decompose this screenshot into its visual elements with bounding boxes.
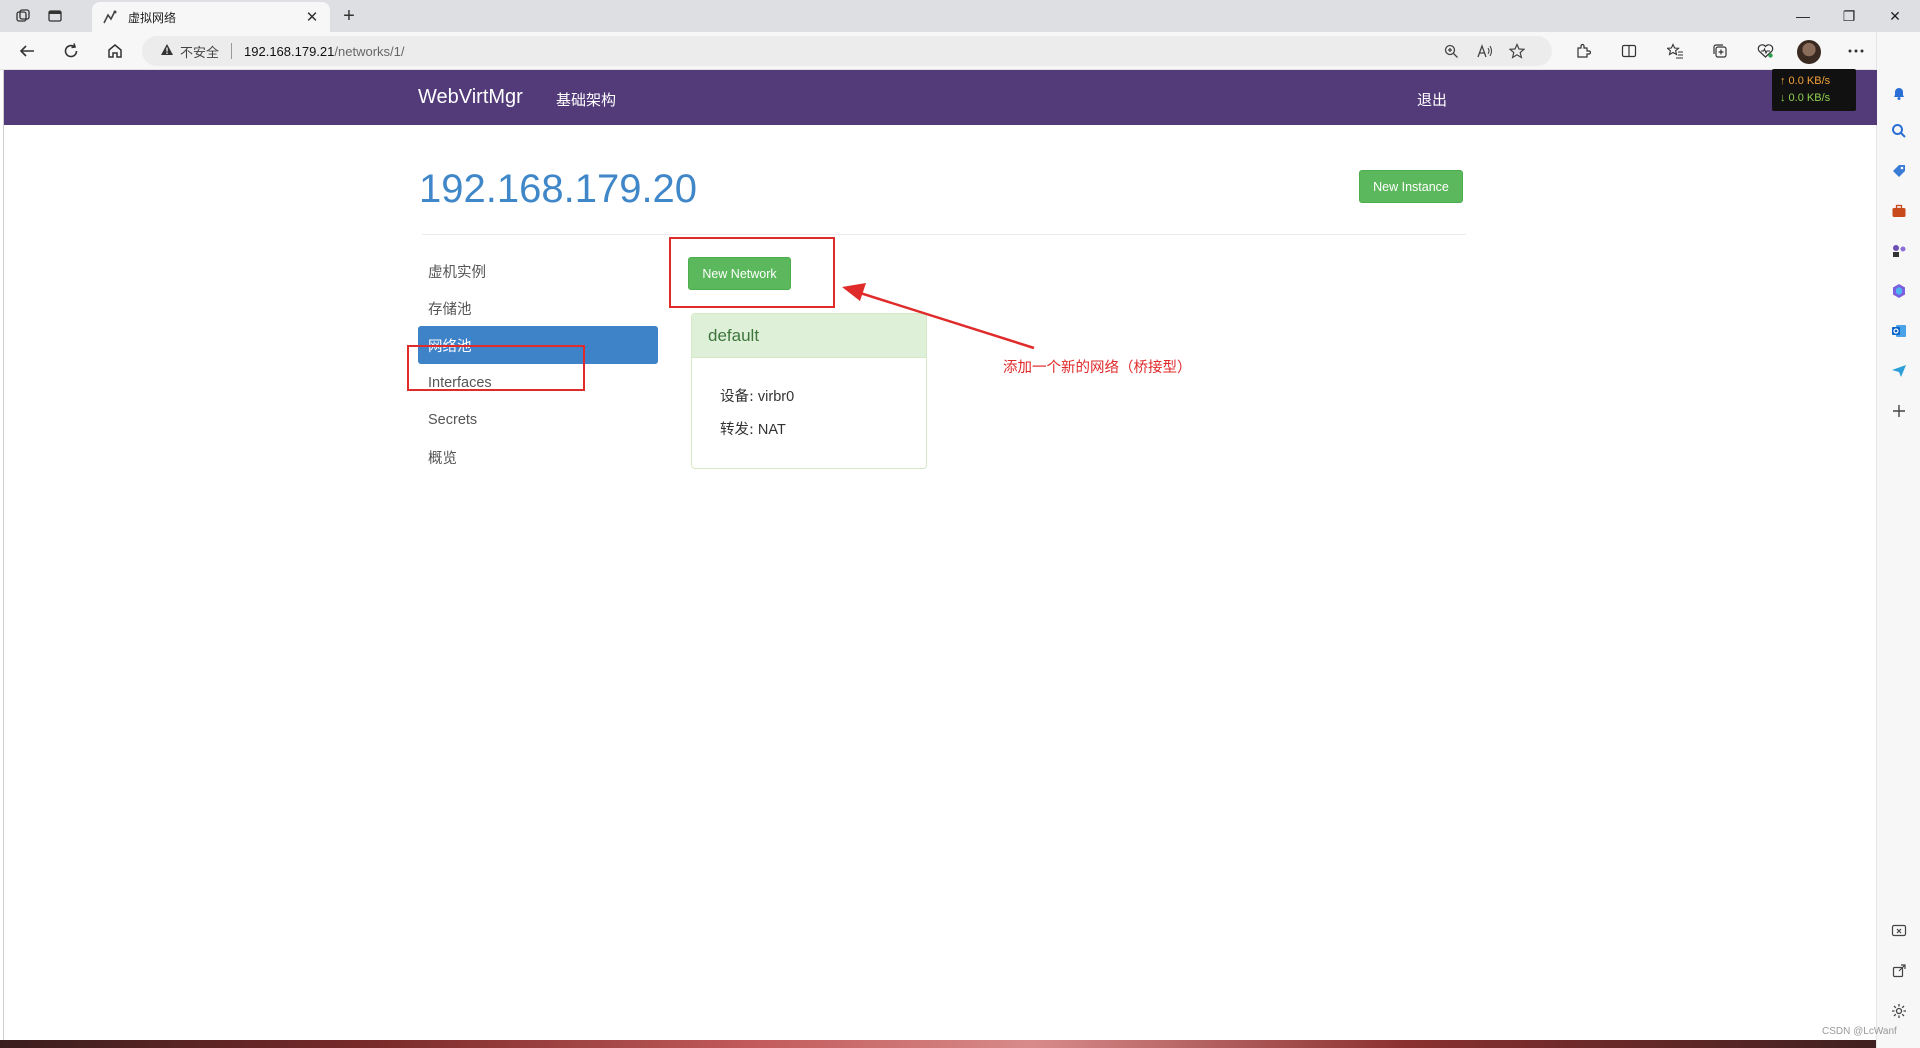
tab-favicon-icon — [102, 9, 118, 25]
url-path[interactable]: /networks/1/ — [334, 44, 404, 59]
url-host[interactable]: 192.168.179.21 — [244, 44, 334, 59]
games-icon[interactable] — [1888, 240, 1910, 262]
add-sidebar-app-icon[interactable] — [1888, 400, 1910, 422]
restore-button[interactable]: ❐ — [1826, 0, 1872, 32]
tab-title: 虚拟网络 — [128, 10, 177, 25]
back-icon[interactable] — [12, 38, 42, 64]
collections-icon[interactable] — [1707, 40, 1733, 62]
hide-sidebar-icon[interactable] — [1888, 920, 1910, 942]
address-bar[interactable]: 不安全 192.168.179.21/networks/1/ — [142, 36, 1552, 66]
profile-avatar[interactable] — [1797, 40, 1821, 64]
security-label[interactable]: 不安全 — [180, 42, 219, 61]
close-window-button[interactable]: ✕ — [1872, 0, 1918, 32]
shopping-tag-icon[interactable] — [1888, 160, 1910, 182]
favorites-icon[interactable] — [1662, 40, 1688, 62]
notification-bell-icon[interactable] — [1888, 82, 1910, 104]
split-screen-icon[interactable] — [1616, 40, 1642, 62]
open-external-icon[interactable] — [1888, 960, 1910, 982]
omnibox-divider — [231, 43, 233, 59]
home-icon[interactable] — [100, 38, 130, 64]
desktop-wallpaper-strip — [0, 1040, 1876, 1048]
microsoft-365-icon[interactable] — [1888, 280, 1910, 302]
minimize-button[interactable]: — — [1780, 0, 1826, 32]
page-viewport: WebVirtMgr 基础架构 退出 192.168.179.20 New In… — [3, 70, 1877, 1040]
refresh-icon[interactable] — [56, 38, 86, 64]
nav-logout-link[interactable]: 退出 — [1417, 89, 1447, 110]
zoom-icon[interactable] — [1438, 36, 1464, 66]
download-speed: ↓ 0.0 KB/s — [1780, 92, 1831, 104]
annotation-text: 添加一个新的网络（桥接型） — [1003, 360, 1192, 376]
upload-speed: ↑ 0.0 KB/s — [1780, 75, 1831, 87]
new-tab-button[interactable]: + — [338, 4, 360, 28]
network-speed-overlay: ↑ 0.0 KB/s ↓ 0.0 KB/s — [1772, 69, 1856, 111]
more-options-icon[interactable] — [1843, 40, 1869, 62]
browser-toolbar: 不安全 192.168.179.21/networks/1/ — [0, 32, 1920, 70]
read-aloud-icon[interactable] — [1472, 36, 1498, 66]
watermark: CSDN @LcWanf — [1822, 1026, 1897, 1037]
warning-icon[interactable] — [160, 43, 174, 59]
annotation-arrow — [842, 283, 1035, 350]
sidebar-search-icon[interactable] — [1888, 120, 1910, 142]
browser-essentials-icon[interactable] — [1752, 40, 1778, 62]
tab-actions-icon[interactable] — [44, 6, 66, 26]
browser-tab-bar: 虚拟网络 ✕ + — ❐ ✕ — [0, 0, 1920, 32]
new-instance-button[interactable]: New Instance — [1359, 170, 1463, 203]
close-tab-icon[interactable]: ✕ — [304, 8, 320, 26]
sidebar-settings-gear-icon[interactable] — [1888, 1000, 1910, 1022]
extensions-icon[interactable] — [1570, 40, 1596, 62]
workspaces-icon[interactable] — [12, 6, 34, 26]
favorite-star-icon[interactable] — [1504, 36, 1530, 66]
send-drop-icon[interactable] — [1888, 360, 1910, 382]
edge-sidebar — [1876, 32, 1920, 1048]
tools-briefcase-icon[interactable] — [1888, 200, 1910, 222]
outlook-icon[interactable] — [1888, 320, 1910, 342]
active-tab[interactable]: 虚拟网络 ✕ — [92, 2, 330, 32]
